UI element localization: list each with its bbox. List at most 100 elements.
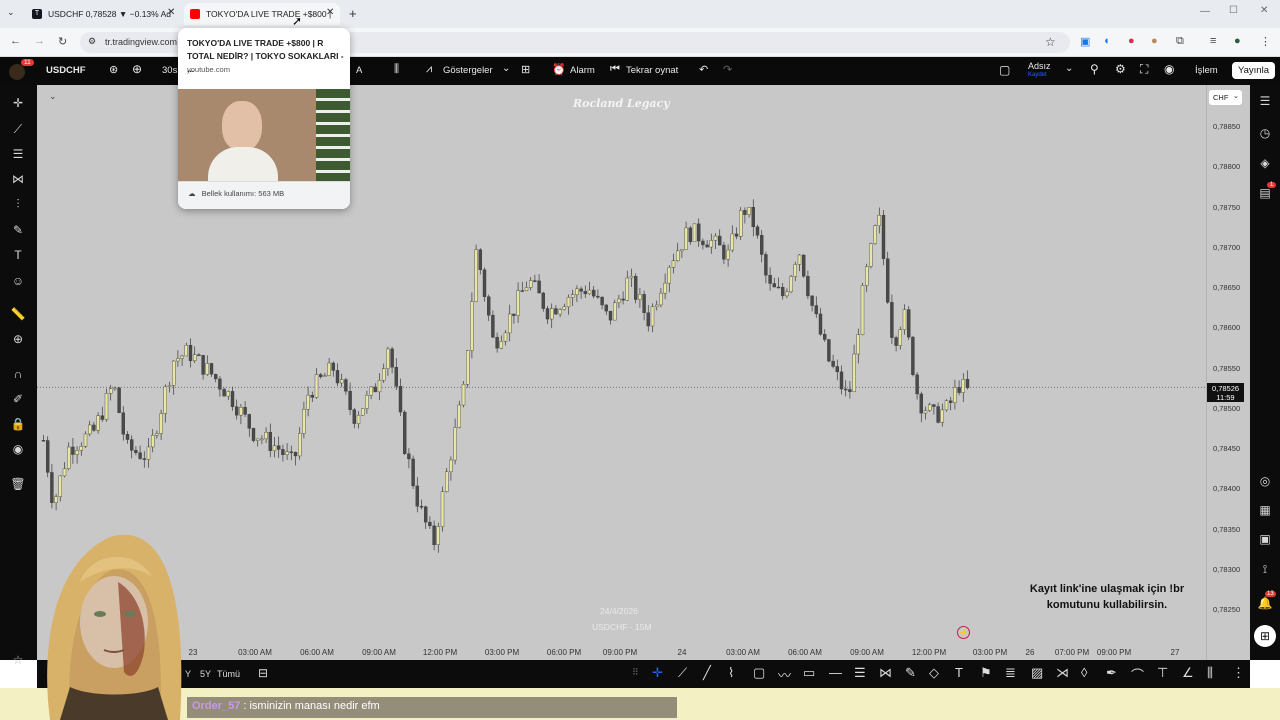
quick-search-icon[interactable]: ⚲ bbox=[1090, 62, 1099, 76]
calendar-icon[interactable]: ▣ bbox=[1257, 531, 1273, 547]
bookmark-star-icon[interactable]: ☆ bbox=[1045, 35, 1056, 49]
fav-trendline-icon[interactable]: ⟋ bbox=[678, 665, 687, 681]
fav-pattern-icon[interactable]: ⋈ bbox=[879, 665, 892, 681]
trash-icon[interactable]: 🗑 bbox=[10, 476, 26, 492]
interval-button[interactable]: 30s bbox=[162, 65, 177, 76]
site-info-icon[interactable]: ⚙ bbox=[88, 36, 96, 47]
reading-list-icon[interactable]: ≡ bbox=[1210, 35, 1216, 47]
fav-xabcd-icon[interactable]: ⋊ bbox=[1056, 665, 1069, 681]
dom-icon[interactable]: ▦ bbox=[1257, 502, 1273, 518]
fav-settings-icon[interactable]: ⫼ bbox=[1207, 665, 1213, 681]
extension-wave-icon[interactable]: ◖ bbox=[1103, 35, 1110, 47]
indicators-icon[interactable]: ⩘ bbox=[426, 63, 432, 76]
reload-icon[interactable]: ↻ bbox=[58, 35, 67, 48]
goto-date-icon[interactable]: ⊟ bbox=[258, 666, 268, 680]
help-grid-icon[interactable]: ⊞ bbox=[1254, 625, 1276, 647]
fav-fork-icon[interactable]: ⊤ bbox=[1157, 665, 1168, 681]
fav-curve-icon[interactable]: ⌒ bbox=[1131, 665, 1144, 684]
fav-ray-icon[interactable]: ☰ bbox=[854, 665, 866, 681]
tab-tradingview[interactable]: T USDCHF 0,78528 ▼ −0.13% Ad bbox=[26, 3, 180, 25]
chart-style-icon[interactable]: ⫼ bbox=[394, 63, 399, 76]
fav-pen-icon[interactable]: ✒ bbox=[1106, 665, 1117, 681]
redo-icon[interactable]: ↷ bbox=[723, 63, 732, 76]
alarm-button[interactable]: Alarm bbox=[570, 65, 595, 76]
forward-icon[interactable]: → bbox=[34, 35, 45, 47]
indicators-dropdown-icon[interactable]: ⌄ bbox=[502, 63, 510, 74]
snapshot-camera-icon[interactable]: ◉ bbox=[1164, 62, 1174, 76]
minimize-icon[interactable]: — bbox=[1200, 6, 1210, 17]
crosshair-tool-icon[interactable]: ✛ bbox=[652, 665, 663, 681]
tab-youtube[interactable]: TOKYO'DA LIVE TRADE +$800 | bbox=[184, 3, 340, 25]
range-5y-button[interactable]: 5Y bbox=[200, 669, 211, 679]
ruler-icon[interactable]: 📏 bbox=[10, 306, 26, 322]
extensions-puzzle-icon[interactable]: ⧉ bbox=[1176, 35, 1184, 48]
brush-icon[interactable]: ✎ bbox=[10, 222, 26, 238]
publish-button[interactable]: Yayınla bbox=[1232, 62, 1275, 79]
undo-icon[interactable]: ↶ bbox=[699, 63, 708, 76]
fav-more-icon[interactable]: ⋮ bbox=[1232, 665, 1245, 681]
price-axis[interactable]: CHF ⌄ 0,78850 0,78800 0,78750 0,78700 0,7865… bbox=[1206, 85, 1250, 660]
close-tab-icon[interactable]: ✕ bbox=[167, 7, 175, 18]
layouts-grid-icon[interactable]: ⊞ bbox=[521, 63, 530, 76]
range-all-button[interactable]: Tümü bbox=[217, 669, 240, 679]
symbol-search-button[interactable]: USDCHF bbox=[46, 65, 86, 76]
user-avatar[interactable] bbox=[9, 64, 25, 80]
chart-type-a-button[interactable]: A bbox=[356, 65, 362, 76]
fav-angle-icon[interactable]: ∠ bbox=[1182, 665, 1194, 681]
fav-callout-icon[interactable]: ▭ bbox=[803, 665, 815, 681]
trendline-icon[interactable]: ⟋ bbox=[10, 121, 26, 137]
profile-avatar-icon[interactable]: ● bbox=[1234, 35, 1241, 47]
fav-flag-icon[interactable]: ⚑ bbox=[980, 665, 992, 681]
forecast-icon[interactable]: ⫶ bbox=[10, 196, 26, 212]
ideas-target-icon[interactable]: ◎ bbox=[1257, 473, 1273, 489]
new-tab-button[interactable]: + bbox=[349, 6, 357, 21]
magnet-icon[interactable]: ∩ bbox=[10, 366, 26, 382]
news-feed-icon[interactable]: ⟟ bbox=[1257, 561, 1273, 577]
object-tree-icon[interactable]: ◈ bbox=[1257, 155, 1273, 171]
lock-icon[interactable]: 🔒 bbox=[10, 416, 26, 432]
layout-dropdown-icon[interactable]: ⌄ bbox=[1065, 63, 1073, 74]
eye-icon[interactable]: ◉ bbox=[10, 441, 26, 457]
lock-drawing-icon[interactable]: ✐ bbox=[10, 391, 26, 407]
fav-path-icon[interactable]: ⌇ bbox=[728, 665, 734, 681]
pattern-icon[interactable]: ⋈ bbox=[10, 171, 26, 187]
fav-hline-icon[interactable]: — bbox=[829, 665, 842, 680]
fav-ellipse-icon[interactable]: ◇ bbox=[929, 665, 939, 681]
notifications-bell-icon[interactable]: 🔔 bbox=[1257, 595, 1273, 611]
browser-menu-icon[interactable]: ⋮ bbox=[1260, 35, 1271, 48]
fav-fib-icon[interactable]: ≣ bbox=[1005, 665, 1016, 681]
fullscreen-icon[interactable]: ⛶ bbox=[1140, 62, 1148, 77]
emoji-icon[interactable]: ☺ bbox=[10, 273, 26, 289]
extension-red-icon[interactable]: ● bbox=[1128, 35, 1135, 47]
extension-cookie-icon[interactable]: ● bbox=[1151, 35, 1158, 47]
fav-brush-icon[interactable]: ✎ bbox=[905, 665, 916, 681]
cast-icon[interactable]: ▣ bbox=[1080, 35, 1090, 48]
layout-square-icon[interactable]: ▢ bbox=[999, 63, 1010, 77]
layout-name[interactable]: Adsız bbox=[1028, 61, 1051, 71]
fav-eraser-icon[interactable]: ◊ bbox=[1081, 665, 1087, 680]
watchlist-icon[interactable]: ☰ bbox=[1257, 93, 1273, 109]
timezone-flash-icon[interactable]: ⚡ bbox=[957, 626, 970, 639]
text-tool-icon[interactable]: T bbox=[10, 247, 26, 263]
replay-button[interactable]: Tekrar oynat bbox=[626, 65, 678, 76]
close-window-icon[interactable]: ✕ bbox=[1260, 5, 1268, 16]
fav-polyline-icon[interactable]: 〰 bbox=[778, 665, 791, 684]
replay-icon[interactable]: ⏮ bbox=[610, 63, 620, 76]
indicators-button[interactable]: Göstergeler bbox=[443, 65, 493, 76]
add-symbol-icon[interactable]: ⊕ bbox=[132, 62, 142, 76]
alarm-clock-icon[interactable]: ⏰ bbox=[552, 63, 566, 76]
fav-image-icon[interactable]: ▨ bbox=[1031, 665, 1043, 681]
currency-selector[interactable]: CHF ⌄ bbox=[1209, 90, 1242, 105]
trade-button[interactable]: İşlem bbox=[1195, 65, 1218, 76]
fav-rectangle-icon[interactable]: ▢ bbox=[753, 665, 765, 681]
alerts-clock-icon[interactable]: ◷ bbox=[1257, 125, 1273, 141]
chart-collapse-icon[interactable]: ⌄ bbox=[49, 91, 57, 102]
symbol-compare-icon[interactable]: ⊛ bbox=[109, 63, 118, 76]
fav-line-icon[interactable]: ╱ bbox=[703, 665, 711, 681]
fib-lines-icon[interactable]: ☰ bbox=[10, 146, 26, 162]
crosshair-icon[interactable]: ✛ bbox=[10, 95, 26, 111]
tab-list-chevron-icon[interactable]: ⌄ bbox=[7, 7, 15, 18]
drag-handle-icon[interactable]: ⠿ bbox=[632, 667, 639, 678]
back-icon[interactable]: ← bbox=[10, 35, 21, 47]
settings-gear-icon[interactable]: ⚙ bbox=[1115, 62, 1126, 76]
